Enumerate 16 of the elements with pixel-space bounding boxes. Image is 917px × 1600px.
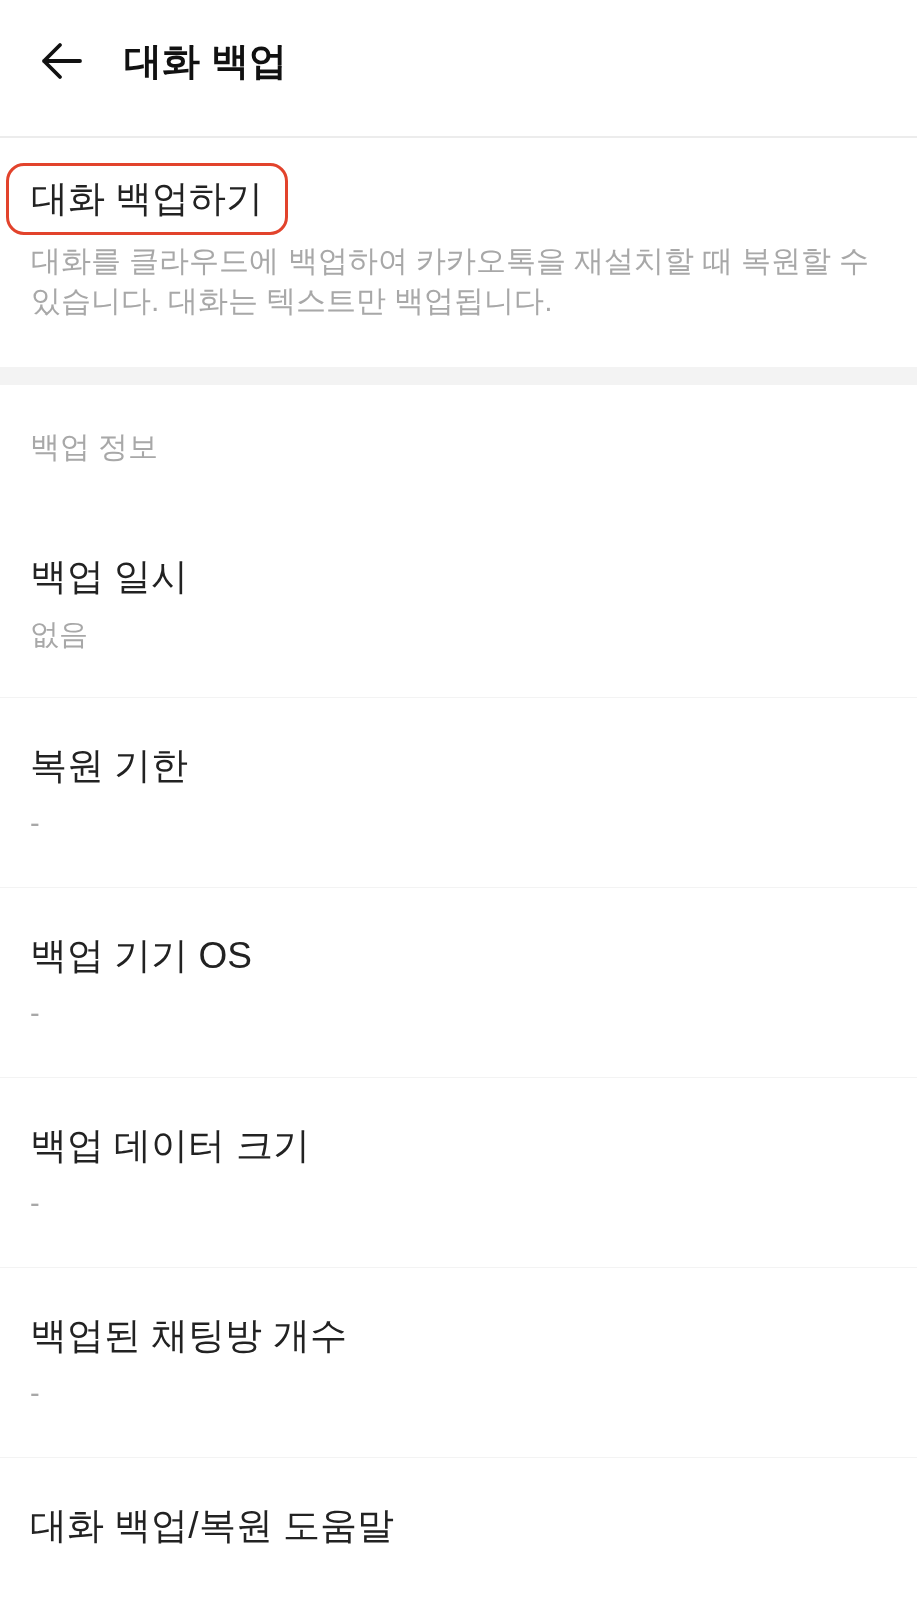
section-title: 백업 정보	[30, 429, 159, 465]
info-value: -	[30, 996, 40, 1031]
info-value: 없음	[30, 617, 88, 652]
backup-description: 대화를 클라우드에 백업하여 카카오톡을 재설치할 때 복원할 수 있습니다. 대화는 텍스트만 백업됩니다.	[31, 243, 871, 319]
help-link[interactable]: 대화 백업/복원 도움말	[30, 1503, 394, 1549]
backup-now-button[interactable]: 대화 백업하기	[6, 163, 289, 235]
info-label: 백업 기기 OS	[30, 934, 253, 978]
info-value: -	[30, 1376, 40, 1411]
info-label: 백업 일시	[30, 555, 189, 599]
page-title: 대화 백업	[124, 39, 287, 84]
info-label: 백업된 채팅방 개수	[30, 1314, 347, 1358]
info-label: 백업 데이터 크기	[30, 1124, 310, 1168]
back-arrow-icon	[40, 42, 82, 80]
info-value: -	[30, 806, 40, 841]
info-label: 복원 기한	[30, 744, 189, 788]
info-value: -	[30, 1186, 40, 1221]
